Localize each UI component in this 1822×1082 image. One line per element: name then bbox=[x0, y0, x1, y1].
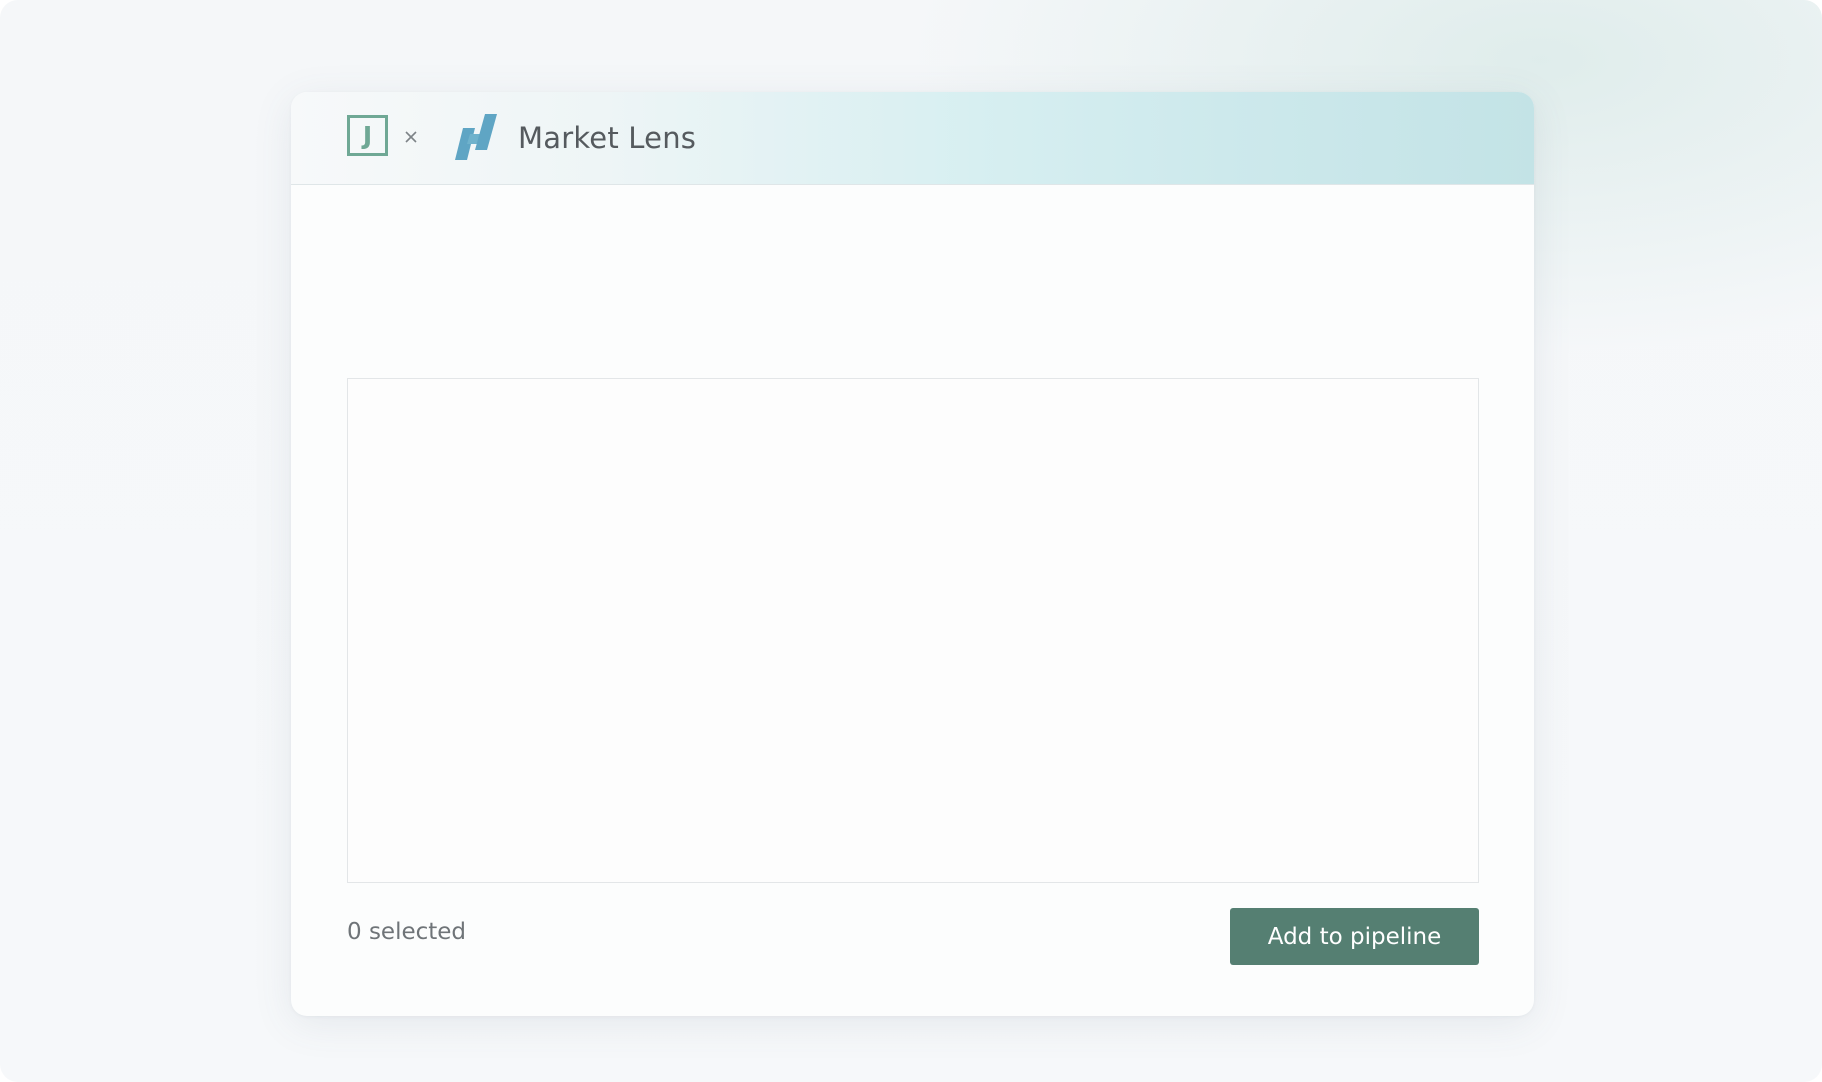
results-panel bbox=[347, 378, 1479, 883]
integration-dialog: J Market Lens 0 selected Add to pipeline bbox=[291, 92, 1534, 1016]
logo-letter: J bbox=[362, 121, 373, 150]
dialog-header: J Market Lens bbox=[291, 92, 1534, 185]
page-title: Market Lens bbox=[518, 121, 697, 155]
times-icon bbox=[405, 131, 417, 143]
market-lens-logo-icon bbox=[455, 114, 497, 160]
selected-count: 0 selected bbox=[347, 919, 467, 945]
add-to-pipeline-button[interactable]: Add to pipeline bbox=[1230, 908, 1479, 965]
j-square-logo-icon: J bbox=[347, 115, 388, 156]
